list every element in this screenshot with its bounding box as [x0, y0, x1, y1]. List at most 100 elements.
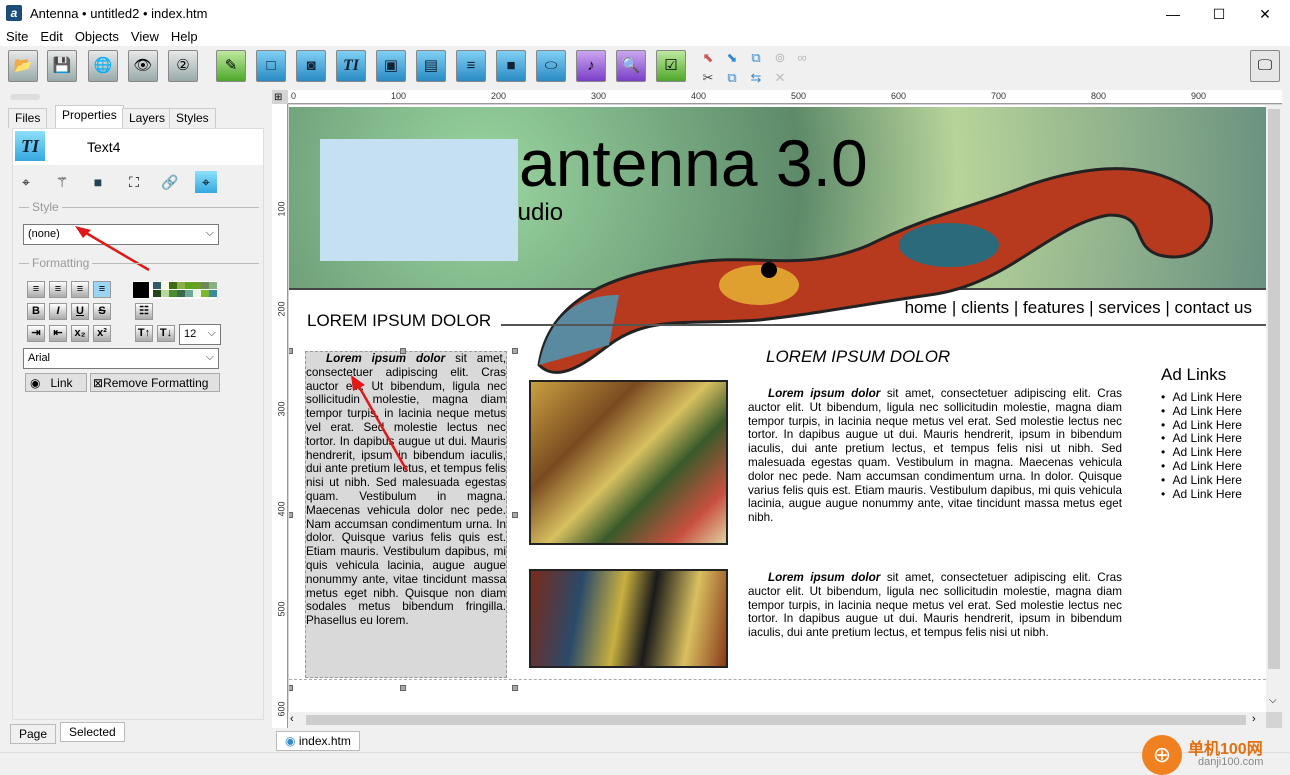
align-justify-icon[interactable]: ≡ — [93, 281, 111, 298]
color-swatch[interactable] — [209, 290, 217, 297]
ad-link[interactable]: Ad Link Here — [1161, 445, 1242, 460]
link-button[interactable]: ◉ Link — [25, 373, 87, 392]
copy-icon[interactable]: ⧉ — [724, 70, 740, 86]
resize-handle[interactable] — [289, 685, 293, 691]
font-size-select[interactable]: 12 ⌵ — [179, 324, 221, 345]
image-camera-icon[interactable]: ◙ — [296, 50, 326, 82]
search-icon[interactable]: 🔍 — [616, 50, 646, 82]
scroll-left-icon[interactable]: ‹ — [290, 713, 294, 725]
outdent-icon[interactable]: ⇤ — [49, 325, 67, 342]
color-swatch[interactable] — [161, 290, 169, 297]
bullet-list-icon[interactable]: ☷ — [135, 303, 153, 320]
tab-layers[interactable]: Layers — [122, 108, 173, 128]
subscript-icon[interactable]: x₂ — [71, 325, 89, 342]
color-swatch[interactable] — [169, 290, 177, 297]
color-swatch[interactable] — [177, 290, 185, 297]
resize-handle[interactable] — [289, 348, 293, 354]
publish-globe-icon[interactable]: 🌐 — [88, 50, 118, 82]
menu-objects[interactable]: Objects — [69, 28, 125, 44]
indent-icon[interactable]: ⇥ — [27, 325, 45, 342]
resize-handle[interactable] — [512, 512, 518, 518]
color-swatch[interactable] — [209, 282, 217, 289]
lock-icon[interactable]: ⊚ — [772, 50, 788, 66]
horizontal-scrollbar[interactable]: ‹ › — [288, 712, 1266, 728]
shadow-box-icon[interactable]: ■ — [87, 171, 109, 193]
selected-box[interactable] — [320, 139, 518, 261]
line-icon[interactable]: ≡ — [456, 50, 486, 82]
menu-help[interactable]: Help — [165, 28, 204, 44]
tab-files[interactable]: Files — [8, 108, 48, 128]
color-swatches[interactable] — [133, 281, 217, 299]
edit-pencil-icon[interactable]: ✎ — [216, 50, 246, 82]
italic-icon[interactable]: I — [49, 303, 67, 320]
nav-links[interactable]: home | clients | features | services | c… — [905, 298, 1252, 318]
color-swatch[interactable] — [193, 290, 201, 297]
menu-edit[interactable]: Edit — [34, 28, 68, 44]
color-swatch[interactable] — [185, 290, 193, 297]
resize-handle[interactable] — [289, 512, 293, 518]
font-decrease-icon[interactable]: T↓ — [157, 325, 175, 342]
underline-icon[interactable]: U — [71, 303, 89, 320]
align-left-icon[interactable]: ≡ — [27, 281, 45, 298]
color-swatch[interactable] — [153, 290, 161, 297]
maximize-button[interactable]: ☐ — [1196, 0, 1242, 28]
color-swatch[interactable] — [201, 282, 209, 289]
font-select[interactable]: Arial ⌵ — [23, 348, 219, 369]
panel-grip[interactable] — [10, 94, 40, 100]
arrow-up-left-icon[interactable]: ⬉ — [700, 50, 716, 66]
scroll-thumb[interactable] — [1268, 109, 1280, 669]
open-folder-icon[interactable]: 📂 — [8, 50, 38, 82]
color-swatch[interactable] — [185, 282, 193, 289]
tab-styles[interactable]: Styles — [169, 108, 216, 128]
tab-page[interactable]: Page — [10, 724, 57, 744]
align-center-icon[interactable]: ≡ — [49, 281, 67, 298]
location-pin-icon[interactable]: ⌖ — [15, 171, 37, 193]
resize-handle[interactable] — [400, 348, 406, 354]
media-music-icon[interactable]: ♪ — [576, 50, 606, 82]
pin-active-icon[interactable]: ⌖ — [195, 171, 217, 193]
resize-handle[interactable] — [400, 685, 406, 691]
ad-link[interactable]: Ad Link Here — [1161, 473, 1242, 488]
magic-wand-icon[interactable]: ⚚ — [51, 171, 73, 193]
cut-icon[interactable]: ✂ — [700, 70, 716, 86]
strikethrough-icon[interactable]: S — [93, 303, 111, 320]
ad-link[interactable]: Ad Link Here — [1161, 390, 1242, 405]
bold-icon[interactable]: B — [27, 303, 45, 320]
remove-formatting-button[interactable]: ⊠Remove Formatting — [90, 373, 220, 392]
box-icon[interactable]: □ — [256, 50, 286, 82]
color-swatch[interactable] — [201, 290, 209, 297]
superscript-icon[interactable]: x² — [93, 325, 111, 342]
ad-link[interactable]: Ad Link Here — [1161, 418, 1242, 433]
tab-selected[interactable]: Selected — [60, 722, 125, 742]
link-chain-icon[interactable]: 🔗 — [159, 171, 181, 193]
resize-handle[interactable] — [512, 685, 518, 691]
ad-link[interactable]: Ad Link Here — [1161, 404, 1242, 419]
paste-icon[interactable]: ⇆ — [748, 70, 764, 86]
close-button[interactable]: ✕ — [1242, 0, 1288, 28]
doc-tab-index[interactable]: ◉ index.htm — [276, 731, 360, 751]
scroll-thumb[interactable] — [306, 715, 1246, 725]
vertical-scrollbar[interactable]: ⌵ — [1266, 105, 1282, 712]
save-icon[interactable]: 💾 — [47, 50, 77, 82]
color-swatch[interactable] — [133, 282, 149, 298]
ad-link[interactable]: Ad Link Here — [1161, 432, 1242, 446]
color-swatch[interactable] — [169, 282, 177, 289]
checkbox-icon[interactable]: ☑ — [656, 50, 686, 82]
color-swatch[interactable] — [193, 282, 201, 289]
image-gallery-icon[interactable]: ▣ — [376, 50, 406, 82]
ellipse-icon[interactable]: ⬭ — [536, 50, 566, 82]
resize-handle[interactable] — [512, 348, 518, 354]
copy-frame-icon[interactable]: ⧉ — [748, 50, 764, 66]
color-swatch[interactable] — [177, 282, 185, 289]
history-icon[interactable]: ② — [168, 50, 198, 82]
form-icon[interactable]: ▤ — [416, 50, 446, 82]
monitor-icon[interactable]: 🖵 — [1250, 50, 1280, 82]
minimize-button[interactable]: — — [1150, 0, 1196, 28]
font-increase-icon[interactable]: T↑ — [135, 325, 153, 342]
align-right-icon[interactable]: ≡ — [71, 281, 89, 298]
ad-link[interactable]: Ad Link Here — [1161, 459, 1242, 474]
border-frame-icon[interactable]: ⛶ — [123, 171, 145, 193]
tab-properties[interactable]: Properties — [55, 105, 124, 128]
ad-link[interactable]: Ad Link Here — [1161, 487, 1242, 502]
scroll-right-icon[interactable]: › — [1252, 713, 1256, 725]
